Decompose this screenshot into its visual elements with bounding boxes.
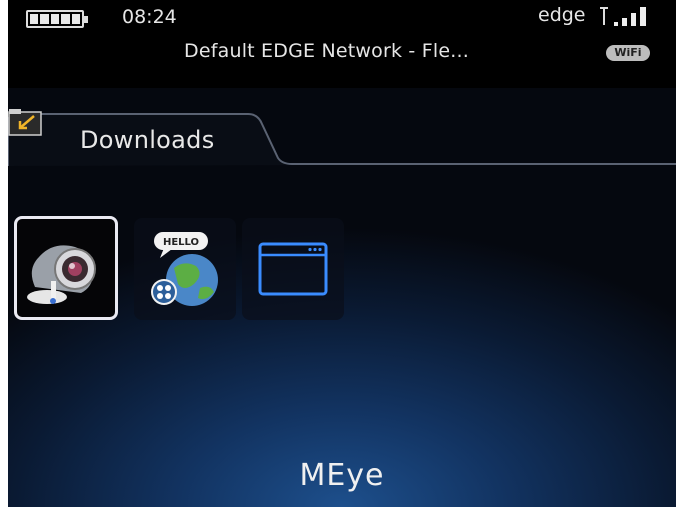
folder-icon <box>8 109 42 136</box>
app-browser-window[interactable] <box>242 218 344 320</box>
hello-bubble-text: HELLO <box>163 237 199 248</box>
app-webcam[interactable] <box>14 216 118 320</box>
battery-icon <box>26 10 88 28</box>
tab-downloads[interactable]: Downloads <box>80 126 215 154</box>
status-bar: 08:24 Default EDGE Network - Fle... edge… <box>8 0 676 88</box>
clock: 08:24 <box>122 6 177 28</box>
webcam-icon <box>27 245 96 304</box>
signal-strength-icon <box>600 7 646 26</box>
selected-app-title: MEye <box>299 458 385 493</box>
browser-window-icon <box>258 242 328 296</box>
app-hello-globe[interactable]: HELLO <box>134 218 236 320</box>
home-screen: 08:24 Default EDGE Network - Fle... edge… <box>8 0 676 507</box>
folder-tab-bar: Downloads <box>8 108 676 168</box>
hello-globe-icon: HELLO <box>151 232 218 306</box>
wifi-badge: WiFi <box>606 45 650 61</box>
carrier-mode: edge <box>538 4 586 26</box>
network-name: Default EDGE Network - Fle... <box>184 40 469 62</box>
